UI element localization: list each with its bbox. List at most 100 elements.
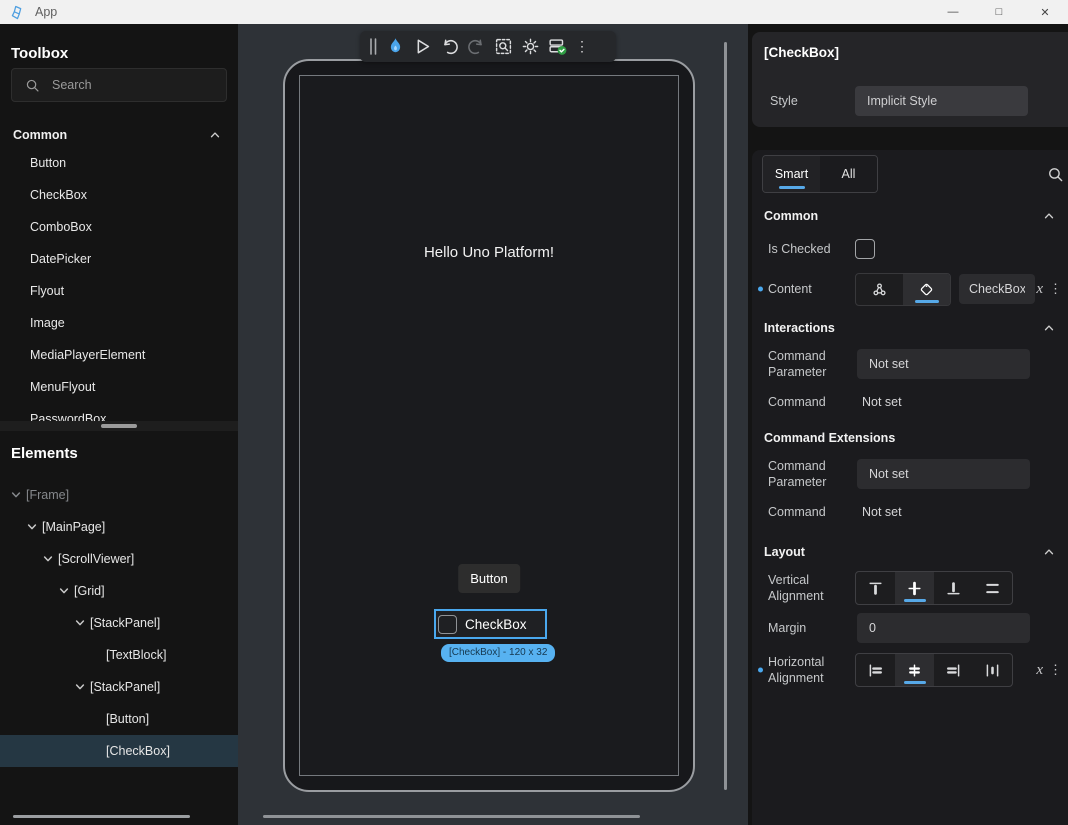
align-vcenter-icon[interactable]: [895, 572, 934, 604]
canvas-vertical-scrollbar[interactable]: [724, 42, 727, 790]
toolbox-item-datepicker[interactable]: DatePicker: [0, 243, 238, 275]
tree-row-scrollviewer[interactable]: [ScrollViewer]: [0, 543, 238, 575]
align-hcenter-icon[interactable]: [895, 654, 934, 686]
is-checked-checkbox[interactable]: [855, 239, 875, 259]
tree-label: [TextBlock]: [106, 648, 166, 662]
section-command-extensions: Command Extensions: [764, 431, 1060, 445]
splitter-handle[interactable]: [101, 424, 137, 428]
search-icon[interactable]: [1047, 166, 1064, 183]
is-checked-row: Is Checked: [762, 237, 1062, 261]
toolbox-item-button[interactable]: Button: [0, 147, 238, 179]
left-panel-scrollbar[interactable]: [13, 815, 190, 818]
close-button[interactable]: ✕: [1022, 0, 1068, 24]
app-logo-icon: [9, 4, 26, 21]
toolbox-item-checkbox[interactable]: CheckBox: [0, 179, 238, 211]
align-left-icon[interactable]: [856, 654, 895, 686]
design-canvas: ⋮ Hello Uno Platform! Button CheckBox [C…: [238, 24, 748, 825]
style-input[interactable]: [855, 86, 1028, 116]
elements-title: Elements: [11, 445, 78, 462]
content-input[interactable]: [959, 274, 1035, 304]
more-options-icon[interactable]: ⋮: [571, 33, 593, 60]
align-top-icon[interactable]: [856, 572, 895, 604]
ce-command-value[interactable]: Not set: [862, 505, 902, 519]
horizontal-alignment-row: Horizontal Alignment: [762, 653, 1062, 687]
more-options-icon[interactable]: ⋮: [1049, 662, 1062, 678]
align-right-icon[interactable]: [934, 654, 973, 686]
chevron-down-icon: [24, 519, 40, 535]
section-interactions[interactable]: Interactions: [764, 321, 1060, 335]
chevron-down-icon: [40, 551, 56, 567]
command-parameter-input[interactable]: [857, 349, 1030, 379]
element-search-icon[interactable]: [490, 33, 517, 60]
command-row: Command Not set: [762, 393, 1062, 411]
section-title: Layout: [764, 545, 805, 559]
toolbox-section-label: Common: [13, 128, 67, 142]
align-vstretch-icon[interactable]: [973, 572, 1012, 604]
tab-all[interactable]: All: [820, 156, 877, 192]
textblock-hello[interactable]: Hello Uno Platform!: [300, 244, 678, 261]
tree-row-stackpanel-1[interactable]: [StackPanel]: [0, 607, 238, 639]
chevron-down-icon: [8, 487, 24, 503]
hot-reload-flame-icon[interactable]: [382, 33, 409, 60]
modified-indicator-dot: [758, 287, 763, 292]
align-bottom-icon[interactable]: [934, 572, 973, 604]
property-tabs: Smart All: [762, 155, 878, 193]
command-label: Command: [768, 394, 857, 410]
section-layout[interactable]: Layout: [764, 545, 1060, 559]
play-icon[interactable]: [409, 33, 436, 60]
tree-row-textblock[interactable]: [TextBlock]: [0, 639, 238, 671]
toolbox-item-image[interactable]: Image: [0, 307, 238, 339]
checkbox-glyph[interactable]: [438, 615, 457, 634]
canvas-checkbox-selection[interactable]: CheckBox: [434, 609, 547, 639]
toolbox-item-menuflyout[interactable]: MenuFlyout: [0, 371, 238, 403]
is-checked-label: Is Checked: [768, 241, 857, 257]
command-label: Command: [768, 504, 857, 520]
tab-smart[interactable]: Smart: [763, 156, 820, 192]
redo-icon[interactable]: [463, 33, 490, 60]
section-common[interactable]: Common: [764, 209, 1060, 223]
binding-icon[interactable]: [856, 274, 903, 305]
canvas-horizontal-scrollbar[interactable]: [263, 815, 640, 818]
content-label: Content: [768, 281, 857, 297]
device-frame: Hello Uno Platform! Button CheckBox [Che…: [283, 59, 695, 792]
tree-label: [MainPage]: [42, 520, 105, 534]
server-status-check-icon[interactable]: [544, 33, 571, 60]
tree-label: [Frame]: [26, 488, 69, 502]
more-options-icon[interactable]: ⋮: [1049, 281, 1062, 297]
style-label: Style: [770, 94, 798, 108]
margin-input[interactable]: [857, 613, 1030, 643]
toolbox-item-flyout[interactable]: Flyout: [0, 275, 238, 307]
toolbox-search[interactable]: [11, 68, 227, 102]
ce-command-parameter-input[interactable]: [857, 459, 1030, 489]
expression-icon[interactable]: x: [1036, 662, 1043, 679]
tree-label: [StackPanel]: [90, 680, 160, 694]
grip-icon[interactable]: [366, 33, 380, 60]
undo-icon[interactable]: [436, 33, 463, 60]
toolbox-item-mediaplayerelement[interactable]: MediaPlayerElement: [0, 339, 238, 371]
tree-row-stackpanel-2[interactable]: [StackPanel]: [0, 671, 238, 703]
command-value[interactable]: Not set: [862, 395, 902, 409]
maximize-button[interactable]: □: [976, 0, 1022, 24]
tree-row-button[interactable]: [Button]: [0, 703, 238, 735]
chevron-up-icon: [208, 128, 222, 142]
tree-row-mainpage[interactable]: [MainPage]: [0, 511, 238, 543]
toolbox-search-input[interactable]: [52, 78, 226, 92]
align-hstretch-icon[interactable]: [973, 654, 1012, 686]
content-mode-toggle: [855, 273, 951, 306]
theme-sun-icon[interactable]: [517, 33, 544, 60]
margin-label: Margin: [768, 620, 857, 636]
tree-label: [Grid]: [74, 584, 105, 598]
tree-row-grid[interactable]: [Grid]: [0, 575, 238, 607]
chevron-up-icon: [1042, 209, 1056, 223]
tree-row-frame[interactable]: [Frame]: [0, 479, 238, 511]
device-screen: Hello Uno Platform! Button CheckBox [Che…: [299, 75, 679, 776]
tree-row-checkbox-selected[interactable]: [CheckBox]: [0, 735, 238, 767]
expression-icon[interactable]: x: [1036, 281, 1043, 298]
command-parameter-label: Command Parameter: [768, 348, 857, 380]
literal-tag-icon[interactable]: [903, 274, 950, 305]
minimize-button[interactable]: —: [930, 0, 976, 24]
app-title: App: [35, 5, 57, 19]
canvas-button[interactable]: Button: [458, 564, 520, 593]
chevron-down-icon: [56, 583, 72, 599]
toolbox-item-combobox[interactable]: ComboBox: [0, 211, 238, 243]
